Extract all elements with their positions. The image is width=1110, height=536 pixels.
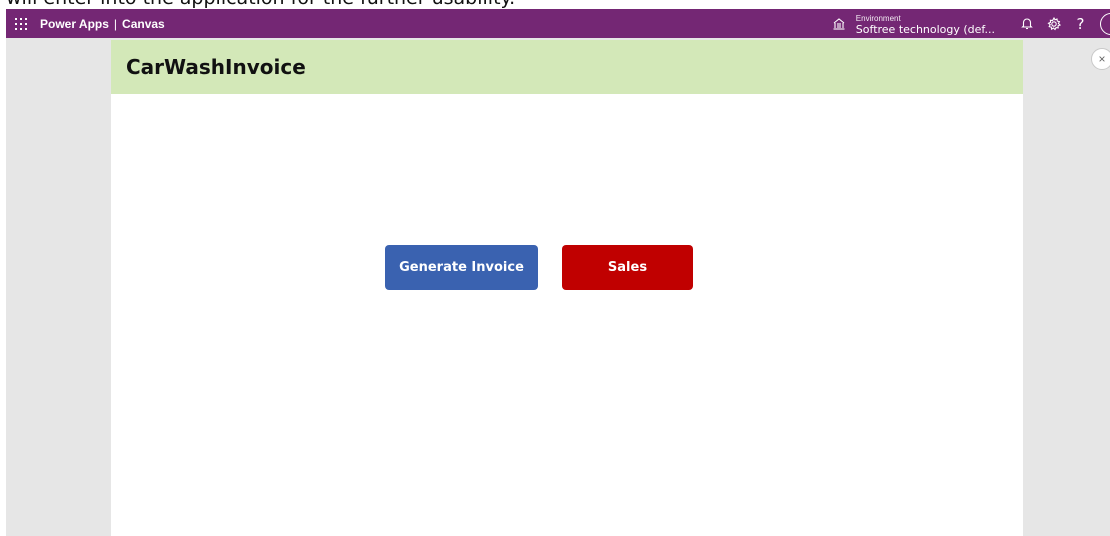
environment-picker[interactable]: Environment Softree technology (def... xyxy=(832,13,995,35)
environment-label: Environment xyxy=(855,13,901,23)
app-screen: CarWashInvoice Generate Invoice Sales xyxy=(111,40,1023,536)
app-title: CarWashInvoice xyxy=(126,55,306,79)
app-name[interactable]: Power Apps xyxy=(40,17,109,31)
generate-invoice-button[interactable]: Generate Invoice xyxy=(385,245,538,290)
brand-separator: | xyxy=(113,16,118,31)
environment-icon xyxy=(832,16,848,32)
waffle-icon[interactable] xyxy=(6,9,36,38)
document-text-fragment: will enter into the application for the … xyxy=(6,0,515,9)
help-icon[interactable]: ? xyxy=(1067,9,1094,38)
power-apps-header: Power Apps | Canvas Environment Softree te… xyxy=(6,9,1110,38)
brand: Power Apps | Canvas xyxy=(40,17,165,31)
screen: will enter into the application for the … xyxy=(0,0,1110,536)
avatar[interactable] xyxy=(1100,12,1110,35)
environment-value: Softree technology (def... xyxy=(855,22,995,36)
notifications-icon[interactable] xyxy=(1013,9,1040,38)
close-icon[interactable]: × xyxy=(1091,48,1110,70)
section-name: Canvas xyxy=(122,16,165,31)
app-header: CarWashInvoice xyxy=(111,40,1023,94)
settings-icon[interactable] xyxy=(1040,9,1067,38)
sales-button[interactable]: Sales xyxy=(562,245,693,290)
